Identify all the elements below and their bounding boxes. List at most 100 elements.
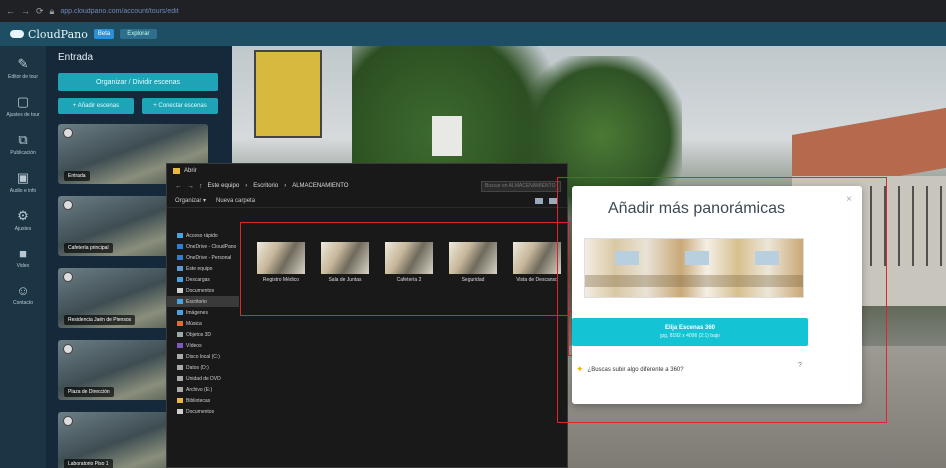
breadcrumb-item[interactable]: Escritorio xyxy=(253,183,278,189)
edit-icon: ✎ xyxy=(17,56,29,71)
nav-pane-item[interactable]: OneDrive - Personal xyxy=(167,252,239,263)
nav-label: Ajustes de tour xyxy=(6,112,40,118)
nav-pane-item[interactable]: Descargas xyxy=(167,274,239,285)
nav-pane-item[interactable]: Disco local (C:) xyxy=(167,351,239,362)
white-sign xyxy=(432,116,462,156)
lock-icon: 🔒︎ xyxy=(49,5,55,16)
nav-pane-item[interactable]: Documentos xyxy=(167,285,239,296)
reload-icon[interactable]: ⟳ xyxy=(36,6,44,17)
nav-pane-label: Disco local (C:) xyxy=(186,353,220,360)
nav-video[interactable]: ■ Video xyxy=(17,246,30,269)
nav-pane-item[interactable]: Música xyxy=(167,318,239,329)
breadcrumb-item[interactable]: Este equipo xyxy=(208,183,240,189)
nav-pane-label: Bibliotecas xyxy=(186,397,211,404)
close-icon[interactable]: × xyxy=(846,194,852,205)
view-icon[interactable] xyxy=(535,197,543,204)
button-sublabel: jpg, 8192 x 4096 (2:1) bajo xyxy=(660,333,720,339)
nav-pane-label: Imágenes xyxy=(186,309,208,316)
organize-button[interactable]: Organizar ▾ xyxy=(175,197,206,204)
preview-icon[interactable] xyxy=(549,197,557,204)
nav-label: Publicación xyxy=(10,150,36,156)
nav-label: Contacto xyxy=(12,300,33,306)
nav-pane-item[interactable]: Archivo (E:) xyxy=(167,384,239,395)
file-name: Registro Médico xyxy=(262,277,300,283)
folder-icon xyxy=(177,409,183,414)
file-name: Seguridad xyxy=(461,277,485,283)
address-bar[interactable]: app.cloudpano.com/account/tours/edit xyxy=(60,8,178,15)
file-thumbnail xyxy=(449,242,497,274)
nav-pane-label: Unidad de DVD xyxy=(186,375,221,382)
choose-360-scenes-button[interactable]: Elija Escenas 360 jpg, 8192 x 4096 (2:1)… xyxy=(572,318,808,346)
avatar xyxy=(63,128,73,138)
folder-icon xyxy=(177,255,183,260)
nav-pane-item[interactable]: Datos (D:) xyxy=(167,362,239,373)
nav-pane-item[interactable]: Escritorio xyxy=(167,296,239,307)
other-upload-text: ¿Buscas subir algo diferente a 360? xyxy=(587,366,684,373)
back-icon[interactable]: ← xyxy=(6,6,15,16)
explore-button[interactable]: Explorar xyxy=(120,29,157,39)
scene-label: Residencia Jaén de Piensos xyxy=(64,315,136,325)
nav-pane-item[interactable]: OneDrive - CloudPano xyxy=(167,241,239,252)
add-scenes-button[interactable]: + Añadir escenas xyxy=(58,98,134,114)
nav-pane-label: Este equipo xyxy=(186,265,213,272)
nav-pane-label: Documentos xyxy=(186,408,215,415)
nav-settings[interactable]: ⚙ Ajustes xyxy=(15,208,31,232)
organize-scenes-button[interactable]: Organizar / Dividir escenas xyxy=(58,73,218,91)
file-open-dialog: Abrir ← → ↑ Este equipo › Escritorio › ALM… xyxy=(166,163,568,468)
folder-icon xyxy=(177,365,183,370)
help-icon[interactable]: ? xyxy=(798,362,802,369)
breadcrumb-item[interactable]: ALMACENAMIENTO xyxy=(292,183,348,189)
file-item[interactable]: Seguridad xyxy=(449,242,497,283)
dialog-titlebar: Abrir xyxy=(167,164,567,178)
nav-pane-item[interactable]: Documentos xyxy=(167,406,239,417)
cloud-icon xyxy=(10,30,24,38)
nav-pane-item[interactable]: Vídeos xyxy=(167,340,239,351)
info-icon: ▣ xyxy=(16,170,30,185)
breadcrumb[interactable]: Este equipo › Escritorio › ALMACENAMIENTO xyxy=(208,183,349,189)
contact-icon: ☺ xyxy=(16,283,30,298)
file-name: Cafetería 2 xyxy=(396,277,422,283)
forward-icon[interactable]: → xyxy=(21,6,30,16)
nav-tour-editor[interactable]: ✎ Editor de tour xyxy=(8,56,38,80)
nav-publish[interactable]: ⧉ Publicación xyxy=(10,132,36,156)
nav-pane-label: OneDrive - CloudPano xyxy=(186,243,237,250)
browser-toolbar: ← → ⟳ 🔒︎ app.cloudpano.com/account/tours… xyxy=(0,0,946,22)
nav-pane-item[interactable]: Acceso rápido xyxy=(167,230,239,241)
nav-tour-settings[interactable]: ▢ Ajustes de tour xyxy=(6,94,39,118)
back-icon[interactable]: ← xyxy=(175,183,182,190)
new-folder-button[interactable]: Nueva carpeta xyxy=(216,198,255,204)
folder-icon xyxy=(177,321,183,326)
file-item[interactable]: Sala de Juntas xyxy=(321,242,369,283)
file-item[interactable]: Registro Médico xyxy=(257,242,305,283)
address-row: ← → ↑ Este equipo › Escritorio › ALMACENAM… xyxy=(167,178,567,194)
connect-scenes-button[interactable]: + Conectar escenas xyxy=(142,98,218,114)
other-upload-link[interactable]: ✦ ¿Buscas subir algo diferente a 360? xyxy=(576,364,684,375)
window xyxy=(755,251,779,265)
file-name: Vista de Descanso xyxy=(516,277,558,283)
yellow-sign xyxy=(254,50,322,138)
view-options[interactable] xyxy=(535,197,557,204)
scene-label: Entrada xyxy=(64,171,90,181)
nav-contact[interactable]: ☺ Contacto xyxy=(13,283,33,306)
nav-pane-label: Escritorio xyxy=(186,298,207,305)
panorama-preview xyxy=(584,238,804,298)
file-item[interactable]: Cafetería 2 xyxy=(385,242,433,283)
file-item[interactable]: Vista de Descanso xyxy=(513,242,561,283)
modal-title: Añadir más panorámicas xyxy=(608,200,785,217)
nav-pane-item[interactable]: Este equipo xyxy=(167,263,239,274)
nav-pane-item[interactable]: Objetos 3D xyxy=(167,329,239,340)
avatar xyxy=(63,200,73,210)
brand-logo[interactable]: CloudPano xyxy=(10,28,88,41)
lightbulb-icon: ✦ xyxy=(576,364,584,374)
nav-audio-info[interactable]: ▣ Audio e info xyxy=(10,170,36,194)
nav-label: Video xyxy=(16,263,30,269)
up-icon[interactable]: ↑ xyxy=(199,183,203,190)
forward-icon[interactable]: → xyxy=(187,183,194,190)
folder-icon xyxy=(177,277,183,282)
nav-pane-label: Vídeos xyxy=(186,342,202,349)
nav-pane-item[interactable]: Imágenes xyxy=(167,307,239,318)
command-bar: Organizar ▾ Nueva carpeta xyxy=(167,194,567,208)
nav-pane-item[interactable]: Unidad de DVD xyxy=(167,373,239,384)
nav-pane-item[interactable]: Bibliotecas xyxy=(167,395,239,406)
search-input[interactable]: Buscar en ALMACENAMIENTO xyxy=(481,180,561,192)
